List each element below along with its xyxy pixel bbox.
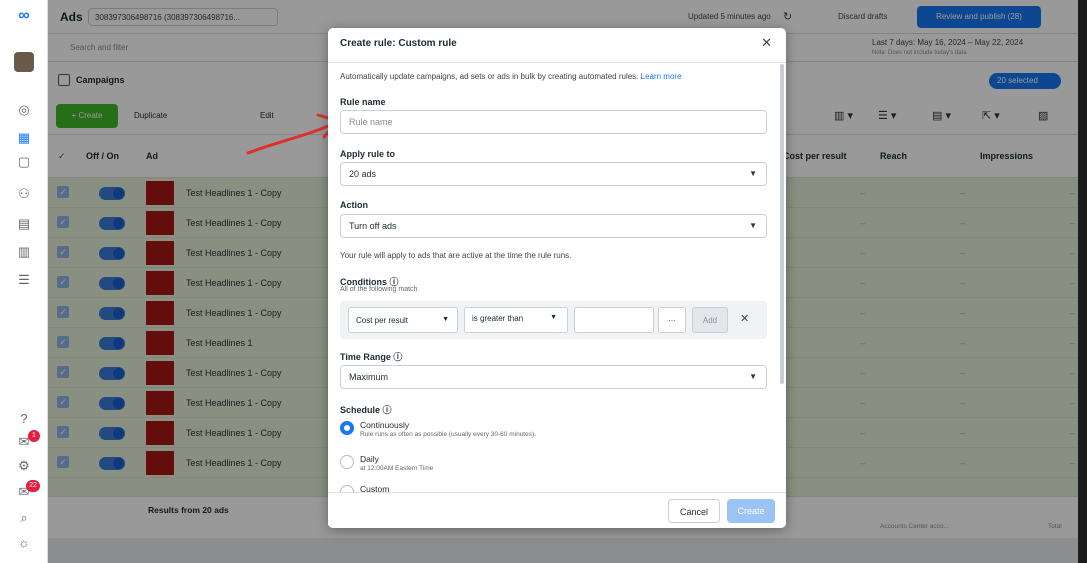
alerts-badge: 22 [26, 480, 40, 492]
apply-rule-label: Apply rule to [340, 149, 396, 159]
chevron-down-icon: ▼ [749, 372, 757, 381]
condition-value-input[interactable] [574, 307, 654, 333]
schedule-radio[interactable] [340, 455, 354, 469]
apply-rule-select[interactable]: 20 ads ▼ [340, 162, 767, 186]
schedule-option-title: Continuously [360, 420, 410, 430]
schedule-radio[interactable] [340, 421, 354, 435]
notification-badge: 1 [28, 430, 40, 442]
dialog-scrollbar[interactable] [780, 64, 784, 384]
time-range-label-text: Time Range [340, 352, 391, 362]
chevron-down-icon: ▼ [749, 221, 757, 230]
info-icon[interactable]: ⓘ [383, 405, 392, 415]
audience-icon[interactable]: ⚇ [14, 184, 34, 204]
create-button-dialog[interactable]: Create [727, 499, 775, 523]
help-icon[interactable]: ? [14, 408, 34, 428]
divider [328, 62, 786, 63]
action-select[interactable]: Turn off ads ▼ [340, 214, 767, 238]
conditions-sub: All of the following match [340, 286, 418, 293]
condition-metric-value: Cost per result [356, 316, 409, 325]
action-label: Action [340, 200, 368, 210]
browser-edge [1078, 0, 1087, 563]
learn-more-link[interactable]: Learn more [641, 72, 682, 81]
search-icon[interactable]: ⌕ [14, 508, 34, 528]
chevron-down-icon: ▼ [442, 316, 449, 323]
close-icon[interactable]: ✕ [761, 35, 772, 51]
chevron-down-icon: ▼ [550, 314, 557, 321]
time-range-label: Time Range ⓘ [340, 350, 402, 363]
intro-text: Automatically update campaigns, ad sets … [340, 72, 682, 81]
table-icon[interactable]: ▦ [14, 128, 34, 148]
chevron-down-icon: ▼ [749, 169, 757, 178]
condition-more-button[interactable]: ··· [658, 307, 686, 333]
reports-icon[interactable]: ▤ [14, 214, 34, 234]
time-range-value: Maximum [349, 372, 389, 382]
cancel-button[interactable]: Cancel [668, 499, 720, 523]
schedule-option-title: Daily [360, 454, 379, 464]
condition-row: Cost per result ▼ is greater than ▼ ··· … [340, 301, 767, 339]
intro-sentence: Automatically update campaigns, ad sets … [340, 72, 639, 81]
create-rule-dialog: Create rule: Custom rule ✕ Automatically… [328, 28, 786, 528]
remove-condition-icon[interactable]: ✕ [740, 312, 749, 325]
condition-operator-select[interactable]: is greater than ▼ [464, 307, 568, 333]
meta-logo-icon[interactable]: ∞ [14, 6, 34, 26]
condition-metric-select[interactable]: Cost per result ▼ [348, 307, 458, 333]
left-nav-rail: ∞ ◎ ▦ ▢ ⚇ ▤ ▥ ☰ ? ✉ 1 ⚙ ✉ 22 ⌕ ☼ [0, 0, 48, 563]
settings-icon[interactable]: ⚙ [14, 456, 34, 476]
schedule-label: Schedule ⓘ [340, 403, 392, 416]
menu-icon[interactable]: ☰ [14, 270, 34, 290]
schedule-option-sub: at 12:00AM Eastern Time [360, 465, 434, 472]
time-range-select[interactable]: Maximum ▼ [340, 365, 767, 389]
debug-icon[interactable]: ☼ [14, 532, 34, 552]
apply-rule-value: 20 ads [349, 169, 377, 179]
rule-name-input[interactable]: Rule name [340, 110, 767, 134]
info-icon[interactable]: ⓘ [393, 352, 402, 362]
schedule-option-sub: Rule runs as often as possible (usually … [360, 431, 536, 438]
condition-add-button[interactable]: Add [692, 307, 728, 333]
calendar-icon[interactable]: ▢ [14, 152, 34, 172]
gauge-icon[interactable]: ◎ [14, 100, 34, 120]
action-value: Turn off ads [349, 221, 397, 231]
dialog-title: Create rule: Custom rule [340, 38, 457, 49]
avatar[interactable] [14, 52, 34, 72]
rule-name-label: Rule name [340, 97, 386, 107]
schedule-label-text: Schedule [340, 405, 381, 415]
condition-operator-value: is greater than [472, 314, 524, 323]
action-note: Your rule will apply to ads that are act… [340, 251, 572, 260]
billing-icon[interactable]: ▥ [14, 242, 34, 262]
rule-name-placeholder: Rule name [349, 117, 393, 127]
dialog-footer: Cancel Create [328, 492, 786, 528]
